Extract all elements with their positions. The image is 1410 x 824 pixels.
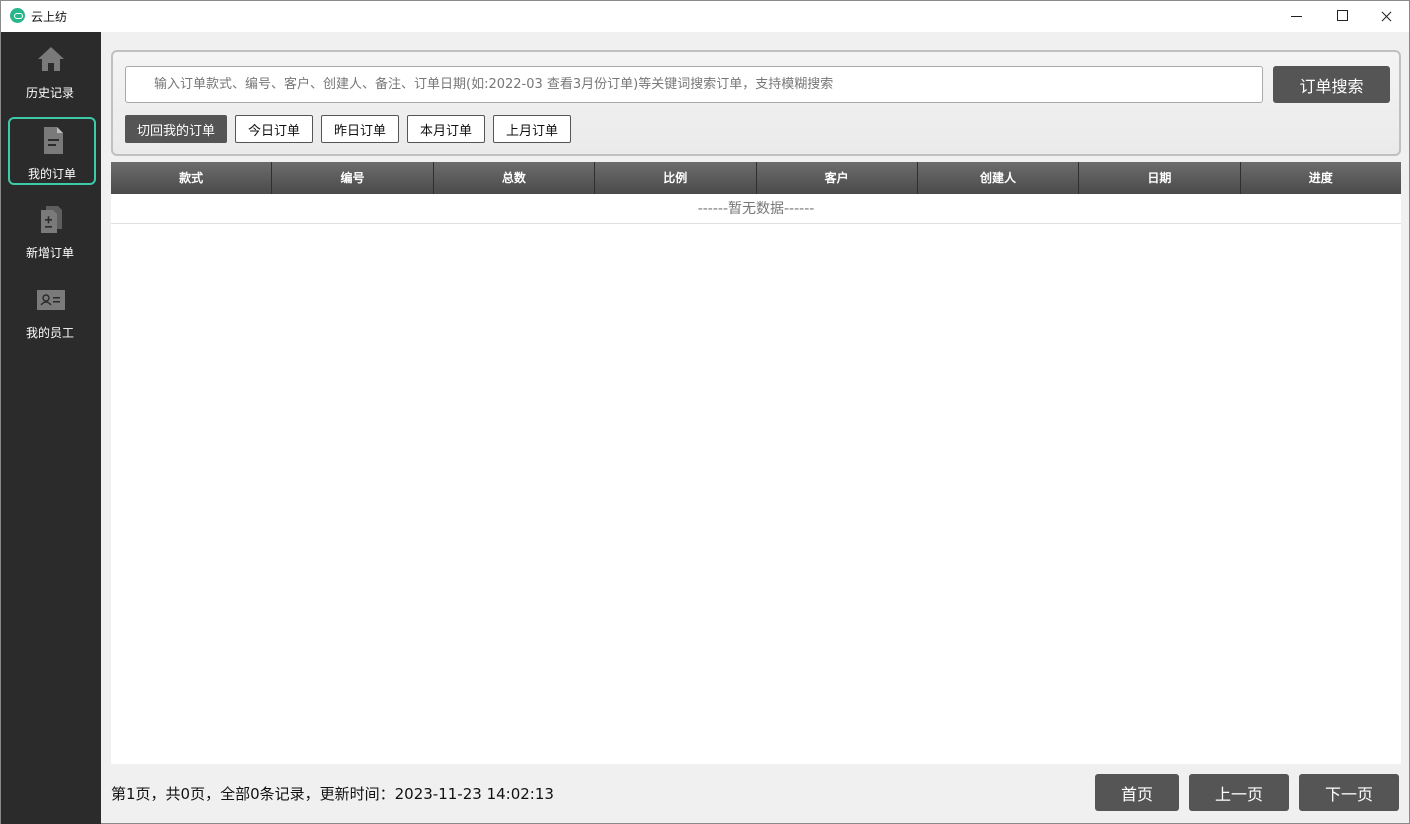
filter-my-orders-button[interactable]: 切回我的订单 (125, 115, 227, 143)
sidebar-item-my-staff[interactable]: 我的员工 (8, 276, 96, 344)
order-search-button[interactable]: 订单搜索 (1273, 66, 1390, 103)
document-icon (44, 127, 63, 154)
next-page-button[interactable]: 下一页 (1299, 774, 1399, 811)
column-header-ratio[interactable]: 比例 (595, 162, 757, 194)
empty-table-message: ------暂无数据------ (111, 194, 1401, 224)
column-header-number[interactable]: 编号 (272, 162, 434, 194)
close-button[interactable] (1363, 1, 1409, 32)
orders-table: 款式 编号 总数 比例 客户 创建人 日期 进度 ------暂无数据-----… (111, 162, 1401, 764)
filter-today-button[interactable]: 今日订单 (235, 115, 313, 143)
filter-yesterday-button[interactable]: 昨日订单 (321, 115, 399, 143)
sidebar-item-new-order[interactable]: 新增订单 (8, 196, 96, 264)
maximize-button[interactable] (1319, 1, 1365, 32)
column-header-date[interactable]: 日期 (1079, 162, 1241, 194)
id-card-icon (37, 290, 65, 310)
sidebar-item-label: 我的订单 (27, 167, 76, 181)
filter-last-month-button[interactable]: 上月订单 (493, 115, 571, 143)
search-input[interactable] (125, 66, 1263, 103)
prev-page-button[interactable]: 上一页 (1189, 774, 1289, 811)
pagination-status: 第1页，共0页，全部0条记录，更新时间：2023-11-23 14:02:13 (111, 785, 554, 803)
minimize-button[interactable] (1273, 1, 1319, 32)
column-header-style[interactable]: 款式 (111, 162, 273, 194)
app-window: 云上纺 历史记录 我的订单 新增订单 我的员工 输入订单款式、编号、客户、创建人… (0, 0, 1410, 824)
filter-this-month-button[interactable]: 本月订单 (407, 115, 485, 143)
sidebar-item-label: 新增订单 (25, 246, 74, 260)
column-header-progress[interactable]: 进度 (1241, 162, 1401, 194)
sidebar-item-label: 我的员工 (25, 326, 74, 340)
sidebar-item-label: 历史记录 (25, 86, 74, 100)
sidebar-item-history[interactable]: 历史记录 (8, 36, 96, 104)
app-logo-icon (10, 8, 25, 23)
title-bar: 云上纺 (1, 1, 1409, 32)
column-header-total[interactable]: 总数 (434, 162, 596, 194)
sidebar: 历史记录 我的订单 新增订单 我的员工 (1, 32, 101, 824)
column-header-customer[interactable]: 客户 (757, 162, 918, 194)
table-header: 款式 编号 总数 比例 客户 创建人 日期 进度 (111, 162, 1401, 194)
search-panel: 订单搜索 切回我的订单 今日订单 昨日订单 本月订单 上月订单 (111, 50, 1401, 156)
first-page-button[interactable]: 首页 (1095, 774, 1179, 811)
column-header-creator[interactable]: 创建人 (918, 162, 1080, 194)
sidebar-item-my-orders[interactable]: 我的订单 (8, 117, 96, 185)
add-document-icon (41, 206, 62, 233)
window-title: 云上纺 (31, 10, 68, 24)
home-icon (38, 47, 64, 71)
